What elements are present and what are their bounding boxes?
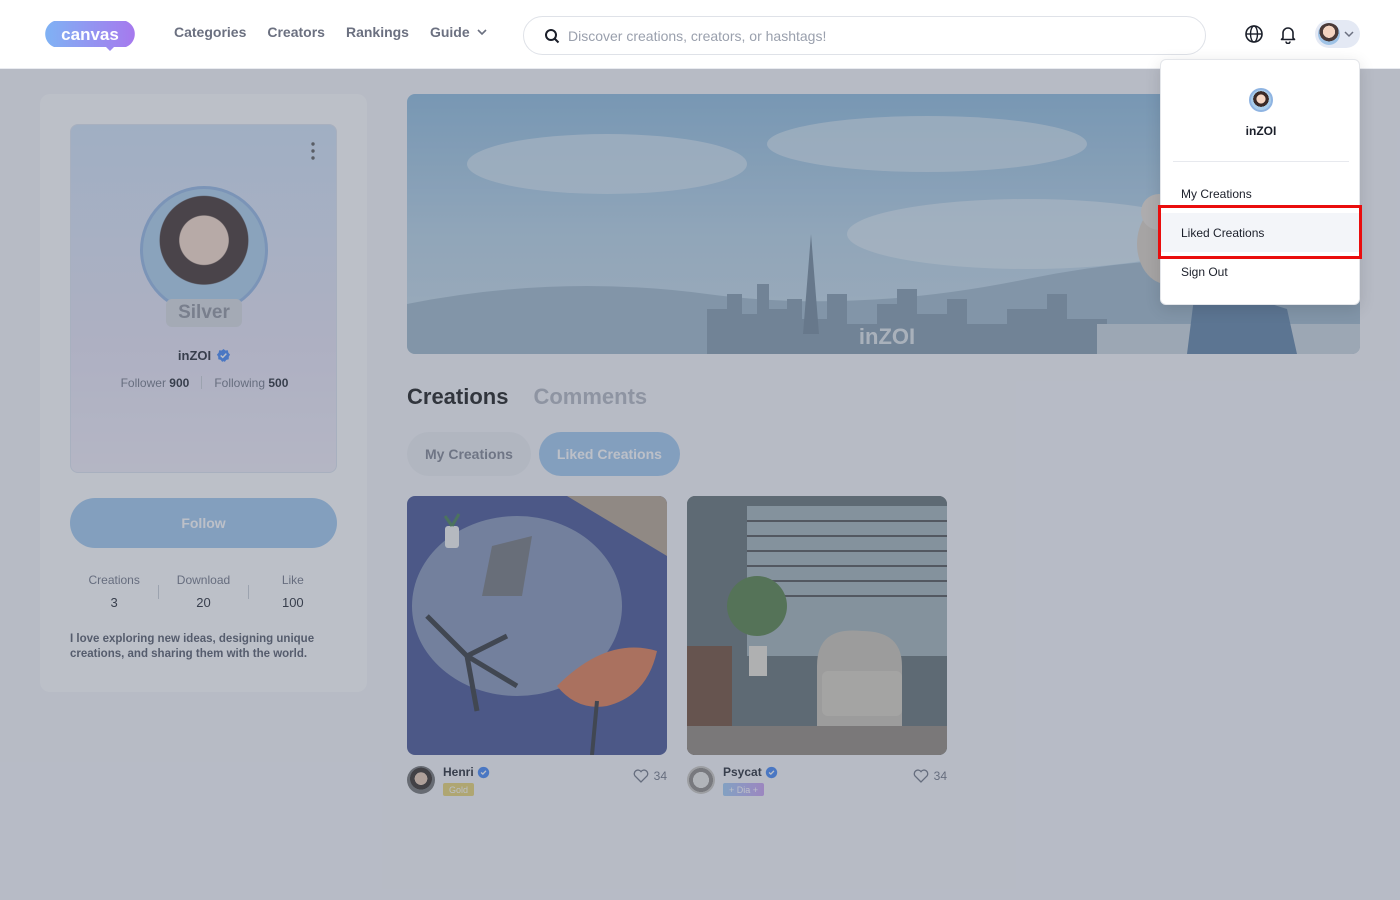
main-nav: Categories Creators Rankings Guide <box>174 24 488 40</box>
nav-guide[interactable]: Guide <box>430 24 488 40</box>
globe-icon[interactable] <box>1244 24 1264 44</box>
chevron-down-icon <box>1344 31 1354 38</box>
nav-rankings[interactable]: Rankings <box>346 24 409 40</box>
nav-categories[interactable]: Categories <box>174 24 246 40</box>
search-bar <box>523 16 1206 55</box>
logo-text: canvas <box>61 25 119 44</box>
account-menu-button[interactable] <box>1315 20 1360 48</box>
avatar <box>1318 23 1340 45</box>
search-icon <box>545 28 560 43</box>
divider <box>1173 161 1349 162</box>
canvas-logo[interactable]: canvas <box>40 19 140 51</box>
bell-icon[interactable] <box>1278 24 1298 44</box>
chevron-down-icon <box>477 29 487 36</box>
account-dropdown: inZOI My Creations Liked Creations Sign … <box>1160 59 1361 305</box>
avatar <box>1249 88 1273 112</box>
search-input[interactable] <box>568 27 1168 44</box>
nav-creators[interactable]: Creators <box>267 24 325 40</box>
highlight-box <box>1158 205 1362 259</box>
nav-guide-label: Guide <box>429 24 470 40</box>
dropdown-username: inZOI <box>1245 124 1277 138</box>
